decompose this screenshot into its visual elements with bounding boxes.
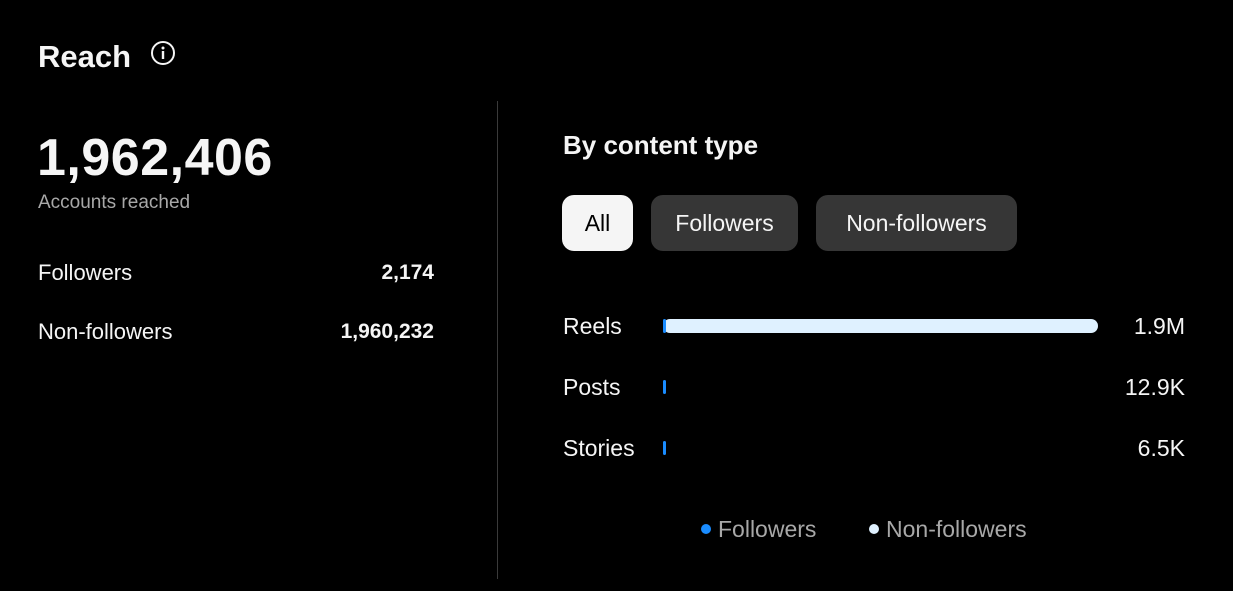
non-followers-stat-label: Non-followers <box>38 319 173 344</box>
section-divider <box>497 101 498 579</box>
accounts-reached-label: Accounts reached <box>38 192 191 213</box>
filter-followers-button[interactable]: Followers <box>651 195 798 251</box>
page-title: Reach <box>38 39 132 74</box>
followers-stat-value: 2,174 <box>381 261 434 284</box>
accounts-reached-count: 1,962,406 <box>37 129 273 187</box>
non-followers-stat-value: 1,960,232 <box>340 320 434 343</box>
content-type-bar-row: Stories 6.5K <box>563 432 1185 464</box>
followers-legend-label: Followers <box>718 515 817 542</box>
bar-label: Reels <box>563 313 622 339</box>
filter-non-followers-button[interactable]: Non-followers <box>816 195 1017 251</box>
followers-bar <box>663 319 666 333</box>
info-circle-icon[interactable] <box>150 40 176 66</box>
non-followers-legend-label: Non-followers <box>886 515 1027 542</box>
content-type-title: By content type <box>563 130 759 160</box>
bar-track <box>663 380 1098 394</box>
bar-value: 12.9K <box>1124 374 1185 400</box>
followers-stat-label: Followers <box>38 260 133 285</box>
followers-bar <box>663 441 666 455</box>
non-followers-bar <box>663 319 1098 333</box>
non-followers-stat-row: Non-followers 1,960,232 <box>38 317 434 347</box>
followers-stat-row: Followers 2,174 <box>38 258 434 288</box>
bar-track <box>663 319 1098 333</box>
filter-all-button[interactable]: All <box>562 195 633 251</box>
content-type-bar-row: Reels 1.9M <box>563 310 1185 342</box>
bar-track <box>663 441 1098 455</box>
followers-legend-dot <box>701 524 711 534</box>
bar-value: 6.5K <box>1137 435 1185 461</box>
legend-non-followers: Non-followers <box>869 513 1027 545</box>
bar-label: Stories <box>563 435 635 461</box>
content-type-bar-row: Posts 12.9K <box>563 371 1185 403</box>
non-followers-legend-dot <box>869 524 879 534</box>
bar-value: 1.9M <box>1133 313 1185 339</box>
bar-label: Posts <box>563 374 621 400</box>
legend-followers: Followers <box>701 513 816 545</box>
followers-bar <box>663 380 666 394</box>
